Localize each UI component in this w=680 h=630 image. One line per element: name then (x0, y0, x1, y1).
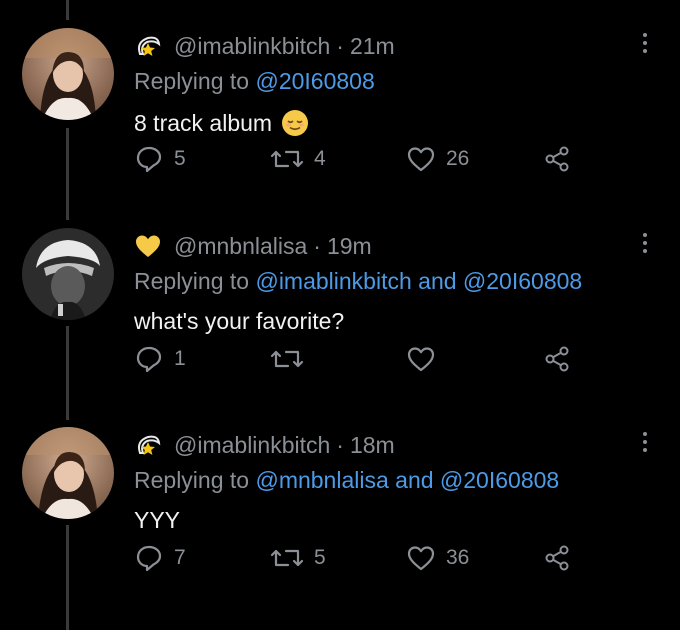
retweet-icon (270, 350, 304, 368)
tweet-header: @mnbnlalisa · 19m (134, 230, 372, 262)
heart-icon (407, 347, 435, 372)
retweet-icon (270, 549, 304, 567)
reply-button[interactable]: 7 (134, 542, 186, 574)
tweet-time[interactable]: 18m (350, 432, 395, 459)
user-handle[interactable]: @mnbnlalisa (174, 233, 307, 260)
tweet-actions: 5 4 26 (134, 143, 654, 175)
mention-joiner: and (418, 268, 457, 294)
heart-icon (407, 546, 435, 571)
mention-joiner: and (395, 467, 434, 493)
reply-button[interactable]: 5 (134, 143, 186, 175)
tweet-header: @imablinkbitch · 18m (134, 429, 395, 461)
replying-to: Replying to @mnbnlalisa and @20I60808 (134, 467, 559, 494)
mention-link[interactable]: @imablinkbitch (255, 268, 411, 294)
more-options-icon[interactable] (640, 427, 650, 457)
reply-icon (136, 346, 162, 373)
share-icon (545, 146, 569, 172)
retweet-button[interactable]: 5 (270, 542, 326, 574)
replying-to-label: Replying to (134, 467, 250, 493)
reply-count: 5 (174, 147, 186, 170)
tweet[interactable]: @mnbnlalisa · 19m Replying to @imablinkb… (0, 228, 680, 428)
retweet-count: 4 (314, 147, 326, 170)
more-options-icon[interactable] (640, 228, 650, 258)
thread-line (66, 0, 69, 20)
heart-icon (407, 147, 435, 172)
like-button[interactable]: 36 (406, 542, 469, 574)
tweet-text: 8 track album (134, 108, 310, 138)
tweet-actions: 7 5 36 (134, 542, 654, 574)
share-icon (545, 346, 569, 372)
yellow-heart-icon (134, 231, 164, 261)
relieved-face-icon (280, 108, 310, 138)
replying-to-label: Replying to (134, 268, 250, 294)
share-button[interactable] (542, 343, 572, 375)
replying-to: Replying to @20I60808 (134, 68, 375, 95)
like-button[interactable]: 26 (406, 143, 469, 175)
retweet-button[interactable] (270, 343, 314, 375)
user-handle[interactable]: @imablinkbitch (174, 432, 330, 459)
mention-link[interactable]: @20I60808 (463, 268, 582, 294)
share-button[interactable] (542, 143, 572, 175)
tweet[interactable]: @imablinkbitch · 21m Replying to @20I608… (0, 28, 680, 228)
reply-count: 7 (174, 546, 186, 569)
mention-link[interactable]: @mnbnlalisa (255, 467, 388, 493)
tweet-text: what's your favorite? (134, 308, 344, 335)
share-button[interactable] (542, 542, 572, 574)
tweet-actions: 1 (134, 343, 654, 375)
separator-dot: · (313, 232, 321, 259)
reply-button[interactable]: 1 (134, 343, 186, 375)
tweet-time[interactable]: 19m (327, 233, 372, 260)
reply-icon (136, 545, 162, 572)
replying-to: Replying to @imablinkbitch and @20I60808 (134, 268, 582, 295)
avatar[interactable] (22, 28, 114, 120)
tweet[interactable]: @imablinkbitch · 18m Replying to @mnbnla… (0, 427, 680, 627)
more-options-icon[interactable] (640, 28, 650, 58)
separator-dot: · (336, 32, 344, 59)
like-button[interactable] (406, 343, 446, 375)
avatar[interactable] (22, 427, 114, 519)
share-icon (545, 545, 569, 571)
dizzy-star-icon (134, 31, 164, 61)
replying-to-label: Replying to (134, 68, 250, 94)
reply-icon (136, 146, 162, 173)
user-handle[interactable]: @imablinkbitch (174, 33, 330, 60)
tweet-header: @imablinkbitch · 21m (134, 30, 395, 62)
tweet-body: YYY (134, 507, 181, 533)
tweet-body: what's your favorite? (134, 308, 345, 334)
dizzy-star-icon (134, 430, 164, 460)
reply-count: 1 (174, 347, 186, 370)
avatar[interactable] (22, 228, 114, 320)
retweet-icon (270, 150, 304, 168)
tweet-body: 8 track album (134, 109, 273, 136)
retweet-button[interactable]: 4 (270, 143, 326, 175)
retweet-count: 5 (314, 546, 326, 569)
mention-link[interactable]: @20I60808 (440, 467, 559, 493)
like-count: 36 (446, 546, 470, 569)
mention-link[interactable]: @20I60808 (255, 68, 374, 94)
like-count: 26 (446, 147, 470, 170)
separator-dot: · (336, 431, 344, 458)
tweet-time[interactable]: 21m (350, 33, 395, 60)
tweet-text: YYY (134, 507, 180, 534)
